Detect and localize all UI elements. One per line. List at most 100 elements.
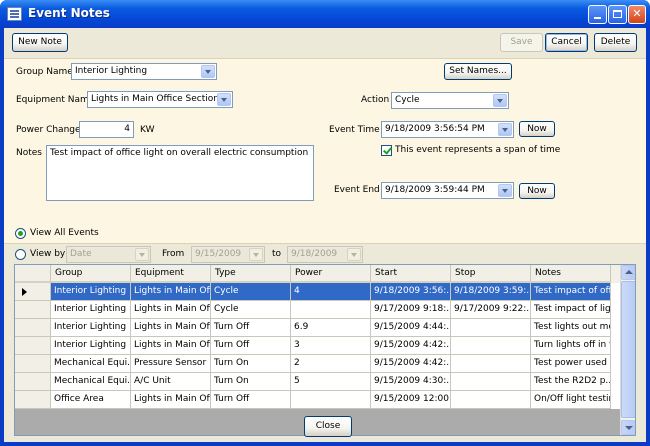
cell-group[interactable]: Interior Lighting (51, 283, 131, 301)
cell-power[interactable]: 3 (291, 337, 371, 355)
cell-group[interactable]: Interior Lighting (51, 301, 131, 319)
calendar-dropdown-icon[interactable] (498, 123, 512, 136)
equipment-name-combo[interactable]: Lights in Main Office Section (87, 91, 233, 108)
event-end-now-button[interactable]: Now (519, 183, 555, 199)
notes-textarea[interactable]: Test impact of office light on overall e… (46, 145, 314, 201)
minimize-button[interactable] (588, 5, 607, 24)
power-change-input[interactable]: 4 (79, 121, 134, 138)
cell-stop[interactable] (451, 391, 531, 409)
delete-button[interactable]: Delete (594, 33, 637, 52)
close-button[interactable]: Close (304, 416, 352, 437)
column-header-stop[interactable]: Stop (451, 265, 531, 283)
cell-stop[interactable] (451, 319, 531, 337)
chevron-down-icon[interactable] (201, 65, 215, 78)
cell-notes[interactable]: Test impact of off... (531, 283, 611, 301)
table-row[interactable]: Mechanical Equi... Pressure Sensor ... T… (15, 355, 621, 373)
cell-notes[interactable]: Test power used ... (531, 355, 611, 373)
cell-type[interactable]: Turn On (211, 355, 291, 373)
to-date-picker[interactable]: 9/18/2009 (287, 246, 363, 263)
grid-vertical-scrollbar[interactable] (620, 265, 635, 435)
column-header-power[interactable]: Power (291, 265, 371, 283)
calendar-dropdown-icon[interactable] (347, 248, 361, 261)
cell-stop[interactable]: 9/17/2009 9:22:... (451, 301, 531, 319)
table-row[interactable]: Interior Lighting Lights in Main Off... … (15, 283, 621, 301)
event-end-picker[interactable]: 9/18/2009 3:59:44 PM (381, 182, 514, 199)
cell-group[interactable]: Interior Lighting (51, 319, 131, 337)
column-header-group[interactable]: Group (51, 265, 131, 283)
scroll-thumb[interactable] (621, 281, 635, 418)
cell-start[interactable]: 9/17/2009 9:18:... (371, 301, 451, 319)
current-row-indicator-icon[interactable] (15, 283, 51, 301)
chevron-down-icon[interactable] (135, 248, 149, 261)
cell-group[interactable]: Mechanical Equi... (51, 355, 131, 373)
calendar-dropdown-icon[interactable] (249, 248, 263, 261)
row-header[interactable] (15, 319, 51, 337)
table-row[interactable]: Interior Lighting Lights in Main Off... … (15, 301, 621, 319)
cancel-button[interactable]: Cancel (545, 33, 588, 52)
cell-power[interactable] (291, 391, 371, 409)
cell-stop[interactable] (451, 337, 531, 355)
scroll-down-icon[interactable] (621, 420, 635, 435)
cell-power[interactable]: 2 (291, 355, 371, 373)
chevron-down-icon[interactable] (217, 93, 231, 106)
cell-group[interactable]: Office Area (51, 391, 131, 409)
set-names-button[interactable]: Set Names... (444, 63, 512, 80)
chevron-down-icon[interactable] (493, 94, 507, 107)
cell-group[interactable]: Interior Lighting (51, 337, 131, 355)
cell-start[interactable]: 9/15/2009 4:44:... (371, 319, 451, 337)
view-all-events-radio[interactable] (15, 228, 26, 239)
cell-start[interactable]: 9/18/2009 3:56:... (371, 283, 451, 301)
cell-type[interactable]: Turn Off (211, 391, 291, 409)
cell-stop[interactable] (451, 373, 531, 391)
maximize-button[interactable] (608, 5, 627, 24)
cell-stop[interactable]: 9/18/2009 3:59:... (451, 283, 531, 301)
event-time-picker[interactable]: 9/18/2009 3:56:54 PM (381, 121, 514, 138)
cell-power[interactable]: 5 (291, 373, 371, 391)
event-time-now-button[interactable]: Now (519, 121, 555, 137)
scroll-up-icon[interactable] (621, 265, 635, 280)
cell-start[interactable]: 9/15/2009 4:42:... (371, 355, 451, 373)
column-header-type[interactable]: Type (211, 265, 291, 283)
row-header[interactable] (15, 337, 51, 355)
group-name-combo[interactable]: Interior Lighting (71, 63, 217, 80)
table-row[interactable]: Interior Lighting Lights in Main Off... … (15, 319, 621, 337)
cell-type[interactable]: Cycle (211, 301, 291, 319)
row-header[interactable] (15, 373, 51, 391)
cell-equipment[interactable]: Lights in Main Off... (131, 301, 211, 319)
cell-type[interactable]: Turn Off (211, 319, 291, 337)
cell-notes[interactable]: Test lights out mo... (531, 319, 611, 337)
cell-equipment[interactable]: Pressure Sensor ... (131, 355, 211, 373)
cell-equipment[interactable]: Lights in Main Off... (131, 319, 211, 337)
cell-equipment[interactable]: Lights in Main Off... (131, 391, 211, 409)
cell-stop[interactable] (451, 355, 531, 373)
new-note-button[interactable]: New Note (12, 33, 68, 52)
save-button[interactable]: Save (500, 33, 543, 52)
column-header-notes[interactable]: Notes (531, 265, 611, 283)
cell-notes[interactable]: On/Off light testin... (531, 391, 611, 409)
view-by-radio[interactable] (15, 249, 26, 260)
cell-notes[interactable]: Test the R2D2 p... (531, 373, 611, 391)
cell-equipment[interactable]: A/C Unit (131, 373, 211, 391)
cell-start[interactable]: 9/15/2009 4:42:... (371, 337, 451, 355)
cell-power[interactable] (291, 301, 371, 319)
cell-notes[interactable]: Turn lights off in t... (531, 337, 611, 355)
close-window-button[interactable]: ✕ (628, 5, 646, 24)
cell-start[interactable]: 9/15/2009 4:30:... (371, 373, 451, 391)
action-combo[interactable]: Cycle (391, 92, 509, 109)
from-date-picker[interactable]: 9/15/2009 (191, 246, 265, 263)
cell-start[interactable]: 9/15/2009 12:00... (371, 391, 451, 409)
row-header[interactable] (15, 301, 51, 319)
cell-notes[interactable]: Test impact of lig... (531, 301, 611, 319)
table-row[interactable]: Mechanical Equi... A/C Unit Turn On 5 9/… (15, 373, 621, 391)
table-row[interactable]: Interior Lighting Lights in Main Off... … (15, 337, 621, 355)
row-header[interactable] (15, 355, 51, 373)
cell-group[interactable]: Mechanical Equi... (51, 373, 131, 391)
cell-equipment[interactable]: Lights in Main Off... (131, 337, 211, 355)
row-header[interactable] (15, 391, 51, 409)
cell-type[interactable]: Cycle (211, 283, 291, 301)
cell-power[interactable]: 6.9 (291, 319, 371, 337)
title-bar[interactable]: Event Notes ✕ (0, 0, 650, 28)
span-of-time-checkbox[interactable] (381, 145, 392, 156)
column-header-equipment[interactable]: Equipment (131, 265, 211, 283)
view-by-combo[interactable]: Date (66, 246, 151, 263)
